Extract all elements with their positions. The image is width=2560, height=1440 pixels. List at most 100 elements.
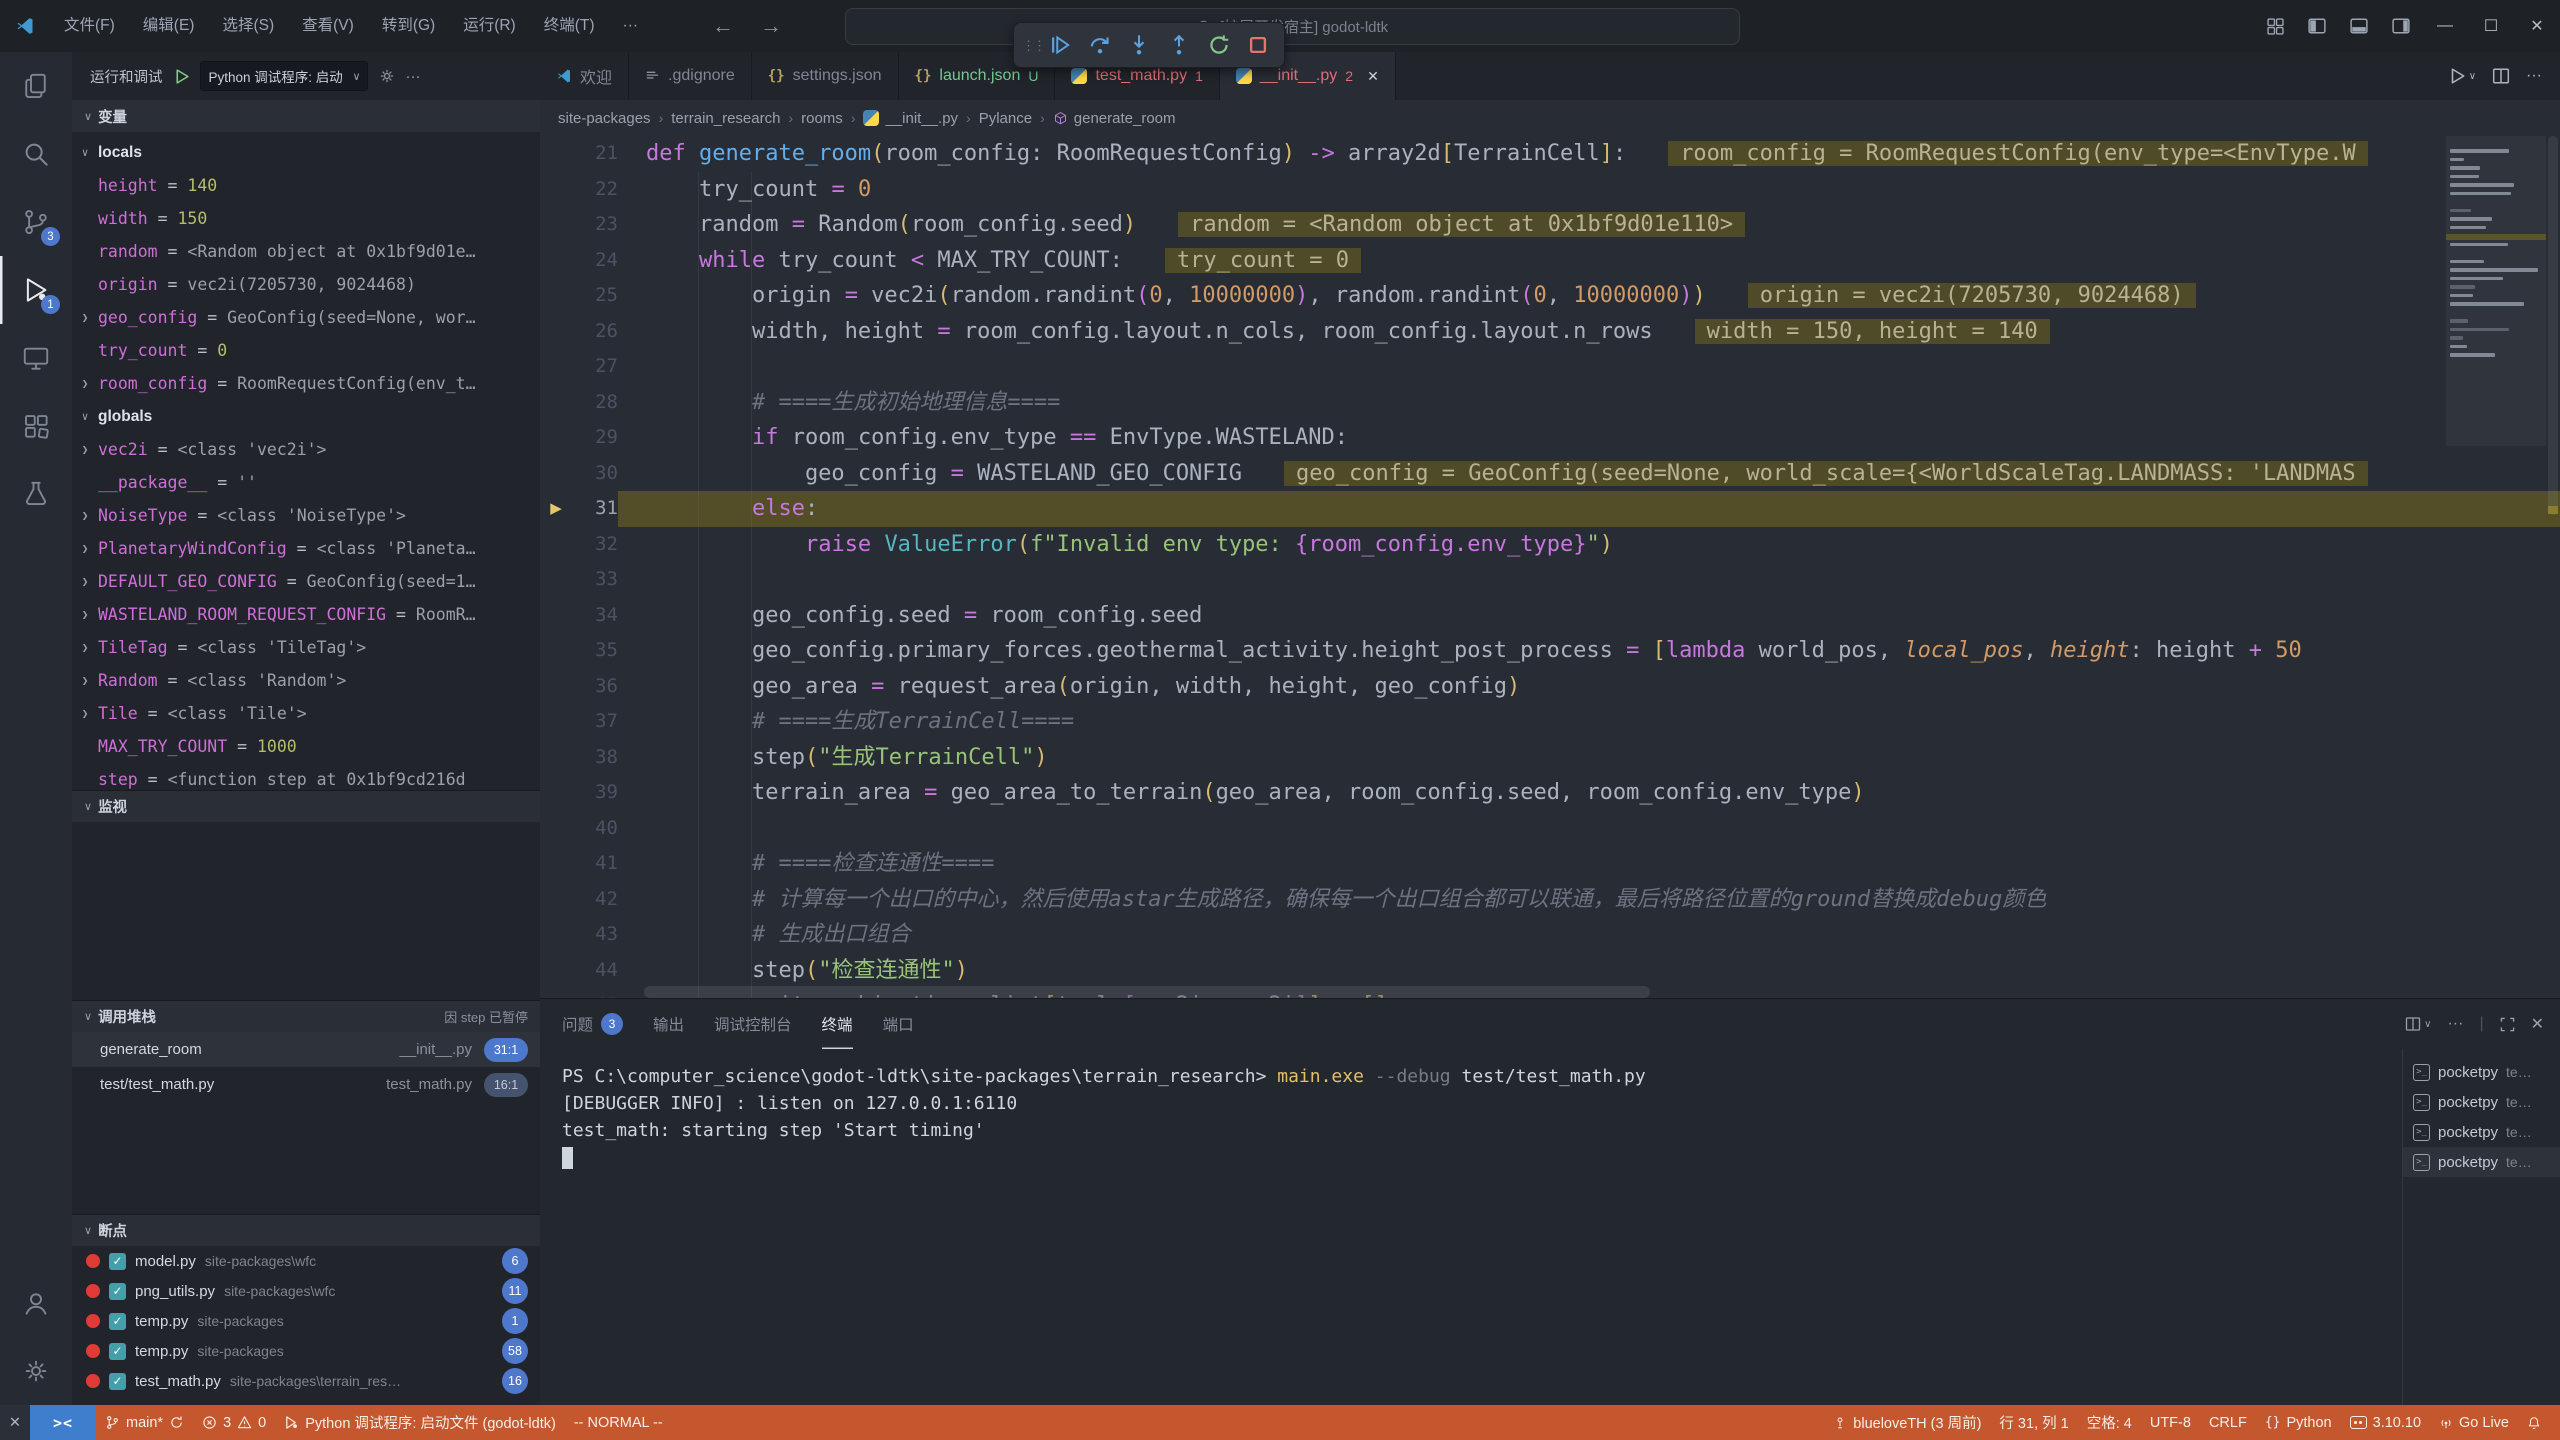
language-mode-item[interactable]: {} Python [2256, 1405, 2341, 1440]
window-minimize-icon[interactable]: — [2422, 0, 2468, 52]
watch-section-header[interactable]: ∨ 监视 [72, 790, 540, 822]
tab-close-icon[interactable]: ✕ [1367, 68, 1379, 85]
code-line-29[interactable]: 29 if room_config.env_type == EnvType.WA… [540, 420, 2560, 456]
terminal-list-item[interactable]: >_pocketpyte… [2403, 1117, 2560, 1147]
breadcrumb-item-0[interactable]: site-packages [558, 110, 651, 127]
stack-frame[interactable]: generate_room__init__.py31:1 [72, 1032, 540, 1067]
variable-row[interactable]: width = 150 [72, 202, 540, 235]
split-terminal-icon[interactable]: ∨ [2405, 1016, 2431, 1032]
code-line-40[interactable]: 40 [540, 811, 2560, 847]
debug-stop-icon[interactable] [1240, 26, 1276, 64]
code-line-24[interactable]: 24 while try_count < MAX_TRY_COUNT:try_c… [540, 243, 2560, 279]
breakpoint-checkbox[interactable]: ✓ [109, 1373, 126, 1390]
activitybar-search-icon[interactable] [0, 120, 72, 188]
activitybar-extensions-icon[interactable] [0, 392, 72, 460]
variable-row[interactable]: try_count = 0 [72, 334, 540, 367]
code-line-32[interactable]: 32 raise ValueError(f"Invalid env type: … [540, 527, 2560, 563]
debug-step-into-icon[interactable] [1121, 26, 1157, 64]
menu-item-2[interactable]: 选择(S) [208, 0, 288, 52]
editor-vertical-scrollbar[interactable] [2546, 136, 2560, 998]
stack-frame[interactable]: test/test_math.pytest_math.py16:1 [72, 1067, 540, 1102]
variable-row[interactable]: height = 140 [72, 169, 540, 202]
breakpoint-row[interactable]: ✓test_math.pysite-packages\terrain_res…1… [72, 1366, 540, 1396]
command-center-search[interactable]: [扩展开发宿主] godot-ldtk [845, 8, 1740, 45]
debug-session-item[interactable]: Python 调试程序: 启动文件 (godot-ldtk) [275, 1405, 565, 1440]
activitybar-remote-explorer-icon[interactable] [0, 324, 72, 392]
code-line-27[interactable]: 27 [540, 349, 2560, 385]
gitlens-blame-item[interactable]: blueloveTH (3 周前) [1824, 1405, 1990, 1440]
code-line-36[interactable]: 36 geo_area = request_area(origin, width… [540, 669, 2560, 705]
code-editor[interactable]: 21def generate_room(room_config: RoomReq… [540, 136, 2560, 998]
debug-config-select[interactable]: Python 调试程序: 启动 ∨ [200, 61, 368, 91]
variable-row[interactable]: ❯WASTELAND_ROOM_REQUEST_CONFIG = RoomR… [72, 598, 540, 631]
variable-row[interactable]: MAX_TRY_COUNT = 1000 [72, 730, 540, 763]
breakpoints-section-header[interactable]: ∨ 断点 [72, 1214, 540, 1246]
variable-row[interactable]: ❯TileTag = <class 'TileTag'> [72, 631, 540, 664]
activitybar-settings-gear-icon[interactable] [0, 1337, 72, 1405]
variables-section-header[interactable]: ∨ 变量 [72, 100, 540, 132]
debug-step-over-icon[interactable] [1082, 26, 1118, 64]
editor-more-actions-icon[interactable]: ··· [2526, 67, 2542, 85]
panel-tab-终端[interactable]: 终端 [822, 999, 853, 1049]
breadcrumb-item-5[interactable]: generate_room [1053, 110, 1176, 127]
menu-item-1[interactable]: 编辑(E) [129, 0, 209, 52]
window-maximize-icon[interactable]: ☐ [2468, 0, 2514, 52]
toggle-secondary-sidebar-icon[interactable] [2380, 0, 2422, 52]
encoding-item[interactable]: UTF-8 [2141, 1405, 2200, 1440]
remote-indicator[interactable]: >< [30, 1405, 96, 1440]
variable-row[interactable]: __package__ = '' [72, 466, 540, 499]
variable-row[interactable]: ❯vec2i = <class 'vec2i'> [72, 433, 540, 466]
breadcrumb-item-2[interactable]: rooms [801, 110, 843, 127]
python-env-item[interactable]: 3.10.10 [2341, 1405, 2430, 1440]
breakpoint-checkbox[interactable]: ✓ [109, 1283, 126, 1300]
variable-row[interactable]: step = <function step at 0x1bf9cd216d [72, 763, 540, 790]
variable-row[interactable]: random = <Random object at 0x1bf9d01e… [72, 235, 540, 268]
variables-scope-locals[interactable]: ∨locals [72, 136, 540, 169]
activitybar-testing-icon[interactable] [0, 460, 72, 528]
terminal-output[interactable]: PS C:\computer_science\godot-ldtk\site-p… [540, 1049, 2402, 1405]
code-line-35[interactable]: 35 geo_config.primary_forces.geothermal_… [540, 633, 2560, 669]
maximize-panel-icon[interactable] [2500, 1017, 2515, 1032]
breakpoint-row[interactable]: ✓temp.pysite-packages1 [72, 1306, 540, 1336]
toolbar-grip-icon[interactable]: ⋮⋮ [1022, 41, 1038, 50]
git-branch-item[interactable]: main* [96, 1405, 193, 1440]
terminal-list-item[interactable]: >_pocketpyte… [2403, 1087, 2560, 1117]
terminal-list-item[interactable]: >_pocketpyte… [2403, 1057, 2560, 1087]
tab-[interactable]: 欢迎 [540, 52, 629, 100]
breadcrumb-item-1[interactable]: terrain_research [671, 110, 780, 127]
panel-tab-调试控制台[interactable]: 调试控制台 [714, 999, 792, 1049]
breakpoint-checkbox[interactable]: ✓ [109, 1313, 126, 1330]
status-corner-icon[interactable]: ✕ [0, 1405, 30, 1440]
nav-back-icon[interactable]: ← [712, 13, 734, 39]
debug-step-out-icon[interactable] [1161, 26, 1197, 64]
start-debug-icon[interactable] [173, 68, 190, 85]
run-python-file-button[interactable]: ∨ [2448, 67, 2476, 85]
breakpoint-checkbox[interactable]: ✓ [109, 1253, 126, 1270]
problems-item[interactable]: 3 0 [193, 1405, 275, 1440]
code-line-43[interactable]: 43 # 生成出口组合 [540, 917, 2560, 953]
nav-forward-icon[interactable]: → [760, 13, 782, 39]
panel-tab-端口[interactable]: 端口 [883, 999, 914, 1049]
code-line-21[interactable]: 21def generate_room(room_config: RoomReq… [540, 136, 2560, 172]
panel-tab-输出[interactable]: 输出 [653, 999, 684, 1049]
panel-more-actions-icon[interactable]: ··· [2447, 1015, 2463, 1033]
variable-row[interactable]: ❯NoiseType = <class 'NoiseType'> [72, 499, 540, 532]
go-live-item[interactable]: Go Live [2430, 1405, 2518, 1440]
code-line-38[interactable]: 38 step("生成TerrainCell") [540, 740, 2560, 776]
tab-settings.json[interactable]: {}settings.json [752, 52, 899, 100]
code-line-28[interactable]: 28 # ====生成初始地理信息==== [540, 385, 2560, 421]
variable-row[interactable]: ❯geo_config = GeoConfig(seed=None, wor… [72, 301, 540, 334]
debug-restart-icon[interactable] [1201, 26, 1237, 64]
variable-row[interactable]: ❯PlanetaryWindConfig = <class 'Planeta… [72, 532, 540, 565]
debug-continue-icon[interactable] [1042, 26, 1078, 64]
menu-item-5[interactable]: 运行(R) [449, 0, 530, 52]
breadcrumb-item-3[interactable]: __init__.py [863, 110, 958, 127]
code-line-33[interactable]: 33 [540, 562, 2560, 598]
tab-.gdignore[interactable]: .gdignore [629, 52, 752, 100]
split-editor-icon[interactable] [2492, 67, 2510, 85]
breakpoint-row[interactable]: ✓model.pysite-packages\wfc6 [72, 1246, 540, 1276]
activitybar-run-debug-icon[interactable]: 1 [0, 256, 72, 324]
menu-item-6[interactable]: 终端(T) [530, 0, 609, 52]
menu-item-0[interactable]: 文件(F) [50, 0, 129, 52]
panel-tab-问题[interactable]: 问题3 [562, 999, 623, 1049]
